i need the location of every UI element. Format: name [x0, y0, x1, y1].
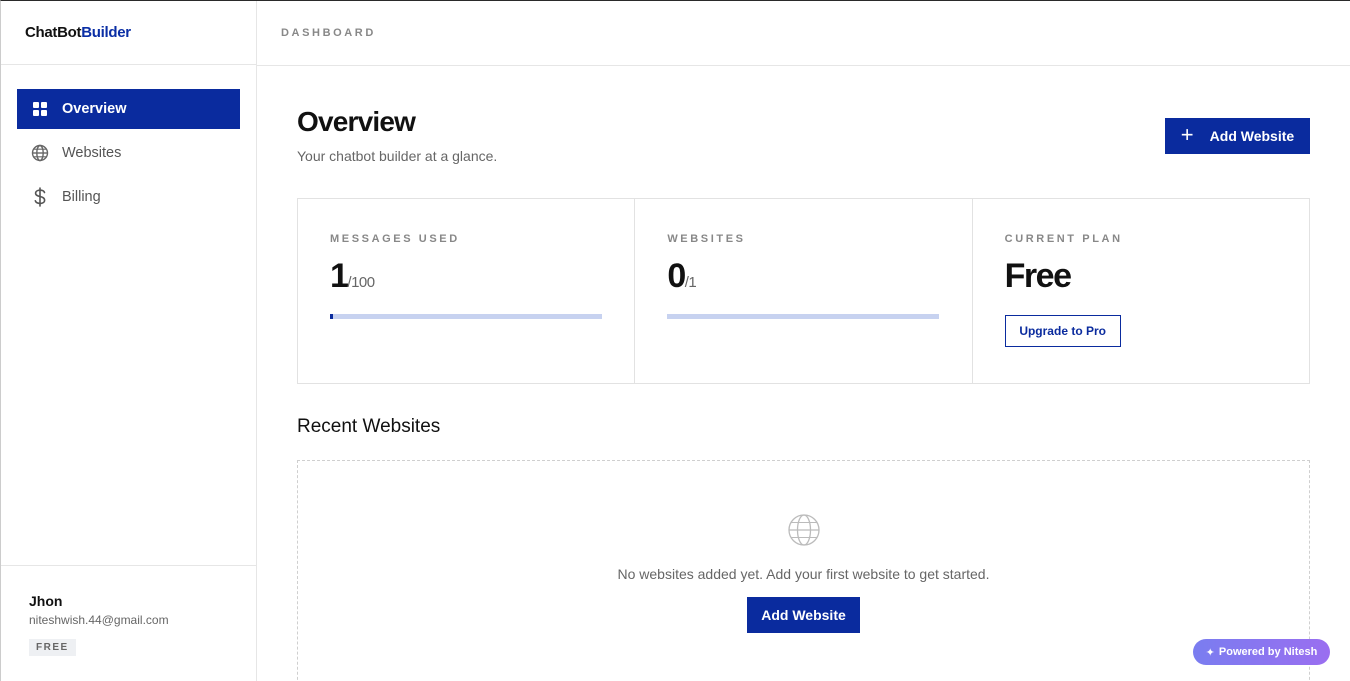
user-profile: Jhon niteshwish.44@gmail.com FREE — [1, 565, 256, 681]
stat-label: MESSAGES USED — [330, 233, 460, 245]
sidebar-item-billing[interactable]: Billing — [17, 177, 240, 217]
websites-progress-bar — [667, 314, 940, 319]
page-title: Overview — [297, 106, 416, 137]
sidebar-item-label: Overview — [62, 101, 127, 117]
brand-name-part2: Builder — [81, 24, 131, 41]
powered-by-badge[interactable]: ✦ Powered by Nitesh — [1193, 639, 1330, 665]
plan-badge: FREE — [29, 639, 76, 656]
recent-websites-title: Recent Websites — [297, 416, 441, 437]
add-first-website-button[interactable]: Add Website — [747, 597, 860, 633]
stat-value: 0 /1 — [667, 257, 939, 296]
current-plan-name: Free — [1004, 257, 1072, 295]
powered-by-label: Powered by Nitesh — [1218, 646, 1318, 658]
upgrade-to-pro-button[interactable]: Upgrade to Pro — [1004, 315, 1121, 347]
stat-value: 1 /100 — [330, 257, 602, 296]
page-subtitle: Your chatbot builder at a glance. — [297, 148, 498, 164]
app-frame: ChatBot Builder Overview Websites Billing — [0, 0, 1350, 681]
globe-icon — [787, 514, 820, 546]
add-website-button[interactable]: + Add Website — [1165, 118, 1310, 154]
sidebar-item-overview[interactable]: Overview — [17, 89, 240, 129]
empty-state-message: No websites added yet. Add your first we… — [617, 566, 990, 582]
sidebar-item-websites[interactable]: Websites — [17, 133, 240, 173]
messages-progress-bar — [330, 314, 602, 319]
dollar-icon — [31, 187, 49, 207]
plus-icon: + — [1180, 122, 1194, 147]
sidebar-item-label: Websites — [62, 145, 122, 161]
messages-used-count: 1 — [330, 257, 349, 295]
breadcrumb: DASHBOARD — [281, 27, 376, 39]
user-email: niteshwish.44@gmail.com — [29, 613, 169, 627]
websites-limit: /1 — [684, 274, 697, 291]
brand-logo[interactable]: ChatBot Builder — [1, 1, 256, 65]
stat-current-plan: CURRENT PLAN Free Upgrade to Pro — [973, 199, 1309, 383]
messages-limit: /100 — [347, 274, 375, 291]
grid-icon — [31, 100, 49, 118]
stat-label: CURRENT PLAN — [1004, 233, 1123, 245]
sidebar-item-label: Billing — [62, 189, 101, 205]
messages-progress-fill — [330, 314, 333, 319]
user-name: Jhon — [29, 593, 63, 609]
stat-messages-used: MESSAGES USED 1 /100 — [298, 199, 636, 383]
websites-count: 0 — [667, 257, 686, 295]
recent-websites-empty-state: No websites added yet. Add your first we… — [297, 460, 1310, 681]
brand-name-part1: ChatBot — [25, 24, 82, 41]
sidebar-nav: Overview Websites Billing — [1, 65, 256, 217]
stats-panel: MESSAGES USED 1 /100 WEBSITES 0 /1 CURRE… — [297, 198, 1310, 384]
stat-label: WEBSITES — [667, 233, 746, 245]
stat-value: Free — [1005, 257, 1277, 296]
sidebar: ChatBot Builder Overview Websites Billing — [1, 1, 257, 681]
stat-websites: WEBSITES 0 /1 — [635, 199, 973, 383]
add-website-button-label: Add Website — [1209, 128, 1295, 144]
topbar: DASHBOARD — [257, 1, 1350, 66]
sparkle-icon: ✦ — [1205, 646, 1215, 659]
globe-icon — [31, 144, 49, 162]
